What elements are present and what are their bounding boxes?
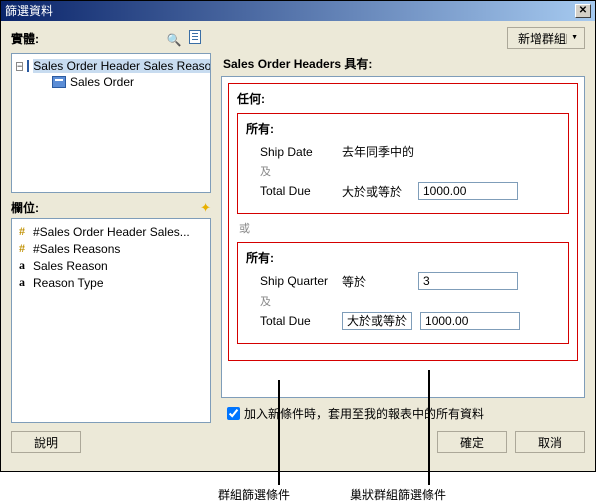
hash-icon: #	[16, 224, 28, 239]
table-icon	[52, 76, 66, 88]
filter-header: Sales Order Headers 具有:	[223, 55, 585, 72]
annotation-text-1: 群組篩選條件	[218, 486, 290, 503]
condition-row[interactable]: Total Due 大於或等於	[260, 312, 560, 330]
cond-operator[interactable]: 等於	[342, 273, 410, 290]
annotation-text-2: 巢狀群組篩選條件	[350, 486, 446, 503]
cond-field[interactable]: Ship Date	[260, 145, 334, 159]
cond-value-input[interactable]	[418, 182, 518, 200]
tree-root-item[interactable]: − Sales Order Header Sales Reason	[16, 58, 206, 74]
window-title: 篩選資料	[5, 1, 53, 21]
new-group-button[interactable]: 新增群組	[507, 27, 585, 49]
cond-operator[interactable]: 去年同季中的	[342, 143, 414, 160]
or-label: 或	[239, 220, 569, 236]
condition-row[interactable]: Total Due 大於或等於	[260, 182, 560, 200]
filter-panel: 任何: 所有: Ship Date 去年同季中的 及 Total Due 大於或…	[221, 76, 585, 398]
entity-label: 實體:	[11, 30, 39, 47]
all-group-1: 所有: Ship Date 去年同季中的 及 Total Due 大於或等於	[237, 113, 569, 214]
annotation-line	[428, 370, 430, 485]
document-icon[interactable]	[189, 30, 201, 44]
condition-row[interactable]: Ship Quarter 等於	[260, 272, 560, 290]
search-icon[interactable]: 🔍	[167, 33, 182, 47]
annotation-line	[278, 380, 280, 485]
tree-root-label: Sales Order Header Sales Reason	[33, 59, 211, 73]
help-button[interactable]: 說明	[11, 431, 81, 453]
cond-field[interactable]: Ship Quarter	[260, 274, 334, 288]
hash-icon: #	[16, 241, 28, 256]
any-group: 任何: 所有: Ship Date 去年同季中的 及 Total Due 大於或…	[228, 83, 578, 361]
all-label[interactable]: 所有:	[246, 120, 560, 137]
filter-dialog: 篩選資料 ✕ 實體: 🔍 新增群組 − Sales	[0, 0, 596, 472]
any-label[interactable]: 任何:	[237, 90, 569, 107]
and-label: 及	[260, 163, 560, 179]
titlebar: 篩選資料 ✕	[1, 1, 595, 21]
cond-field[interactable]: Total Due	[260, 314, 334, 328]
fields-list[interactable]: # #Sales Order Header Sales... # #Sales …	[11, 218, 211, 423]
text-icon: a	[16, 258, 28, 273]
apply-all-label: 加入新條件時，套用至我的報表中的所有資料	[244, 405, 484, 422]
tree-child-item[interactable]: Sales Order	[16, 74, 206, 90]
close-icon[interactable]: ✕	[575, 4, 591, 18]
new-field-icon[interactable]: ✦	[200, 200, 211, 216]
cond-operator[interactable]: 大於或等於	[342, 183, 410, 200]
all-group-2: 所有: Ship Quarter 等於 及 Total Due 大於或等於	[237, 242, 569, 344]
entity-tree[interactable]: − Sales Order Header Sales Reason Sales …	[11, 53, 211, 193]
and-label: 及	[260, 293, 560, 309]
cond-value-input[interactable]	[420, 312, 520, 330]
field-item[interactable]: a Sales Reason	[16, 257, 206, 274]
text-icon: a	[16, 275, 28, 290]
table-icon	[27, 60, 29, 72]
fields-label: 欄位:	[11, 199, 39, 216]
cond-value-input[interactable]	[418, 272, 518, 290]
field-item[interactable]: # #Sales Order Header Sales...	[16, 223, 206, 240]
cond-operator[interactable]: 大於或等於	[342, 312, 412, 330]
entity-label-row: 實體: 🔍	[11, 27, 211, 49]
field-item[interactable]: # #Sales Reasons	[16, 240, 206, 257]
apply-all-checkbox[interactable]	[227, 407, 240, 420]
ok-button[interactable]: 確定	[437, 431, 507, 453]
collapse-icon[interactable]: −	[16, 62, 23, 71]
condition-row[interactable]: Ship Date 去年同季中的	[260, 143, 560, 160]
all-label[interactable]: 所有:	[246, 249, 560, 266]
tree-child-label: Sales Order	[70, 75, 134, 89]
field-item[interactable]: a Reason Type	[16, 274, 206, 291]
cond-field[interactable]: Total Due	[260, 184, 334, 198]
cancel-button[interactable]: 取消	[515, 431, 585, 453]
